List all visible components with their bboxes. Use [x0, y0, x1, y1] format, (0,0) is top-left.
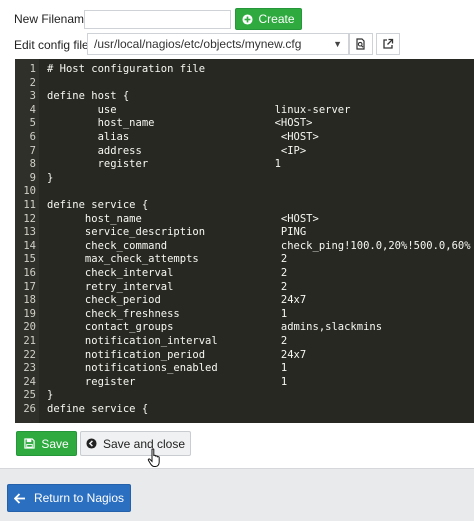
line-number: 18: [23, 294, 36, 307]
line-text: register 1: [47, 158, 281, 171]
new-filename-input[interactable]: [84, 10, 231, 29]
config-file-select[interactable]: /usr/local/nagios/etc/objects/mynew.cfg …: [87, 33, 349, 55]
line-number: 17: [23, 280, 36, 293]
line-number: 16: [23, 267, 36, 279]
line-number: 12: [23, 212, 36, 225]
line-text: check_interval 2: [47, 267, 288, 279]
line-number: 4: [29, 103, 36, 116]
line-text: define service {: [47, 403, 149, 415]
edit-config-label: Edit config file:: [14, 38, 93, 52]
line-number: 5: [29, 117, 36, 130]
line-number: 2: [29, 76, 36, 89]
line-number: 13: [23, 226, 36, 239]
line-number: 26: [23, 403, 36, 415]
line-text: register 1: [47, 375, 288, 388]
line-text: define host {: [47, 90, 130, 103]
line-number: 20: [23, 321, 36, 334]
line-number: 10: [23, 185, 36, 198]
line-text: # Host configuration file: [47, 63, 206, 75]
line-number: 1: [29, 63, 36, 75]
line-text: notifications_enabled 1: [47, 362, 288, 375]
line-number: 3: [29, 90, 36, 103]
line-number: 11: [23, 199, 36, 211]
line-number: 6: [29, 131, 36, 143]
line-text: contact_groups admins,slackmins: [47, 321, 383, 334]
line-text: }: [47, 389, 54, 402]
line-text: }: [47, 171, 54, 184]
config-file-path: /usr/local/nagios/etc/objects/mynew.cfg: [94, 37, 302, 51]
line-number: 9: [29, 171, 36, 184]
line-text: check_command check_ping!100.0,20%!500.0…: [47, 239, 471, 252]
line-text: alias <HOST>: [47, 131, 319, 143]
line-number: 15: [23, 253, 36, 266]
line-text: address <IP>: [47, 144, 307, 157]
line-text: define service {: [47, 199, 149, 211]
line-number: 8: [29, 158, 36, 171]
config-editor-panel: New Filename: Create Edit config file: /…: [0, 0, 474, 469]
save-and-close-button[interactable]: Save and close: [80, 431, 191, 456]
caret-down-icon: ▼: [333, 39, 342, 49]
line-text: notification_period 24x7: [47, 348, 307, 361]
line-text: check_freshness 1: [47, 307, 288, 320]
arrow-left-icon: [13, 492, 25, 504]
arrow-circle-icon: [86, 438, 97, 449]
return-button-label: Return to Nagios: [33, 491, 125, 505]
search-file-icon: [356, 38, 365, 50]
line-number: 7: [29, 144, 36, 157]
save-and-close-label: Save and close: [102, 436, 186, 451]
save-button[interactable]: Save: [16, 431, 77, 456]
external-link-icon: [383, 38, 394, 49]
line-number: 22: [23, 348, 36, 361]
floppy-disk-icon: [24, 438, 35, 449]
line-number: 14: [23, 239, 36, 252]
open-file-button[interactable]: [376, 33, 400, 55]
code-editor[interactable]: 1 # Host configuration file 2 3 define host …: [15, 59, 474, 423]
search-file-button[interactable]: [349, 33, 373, 55]
line-text: host_name <HOST>: [47, 212, 319, 225]
line-text: max_check_attempts 2: [47, 253, 288, 266]
create-button-label: Create: [258, 12, 295, 26]
line-text: service_description PING: [47, 226, 307, 239]
save-button-label: Save: [41, 436, 69, 451]
line-text: host_name <HOST>: [47, 117, 313, 130]
line-number: 25: [23, 389, 36, 402]
line-number: 21: [23, 335, 36, 347]
line-text: use linux-server: [47, 103, 351, 116]
line-text: notification_interval 2: [47, 335, 288, 347]
new-filename-label: New Filename:: [14, 12, 95, 26]
create-button[interactable]: Create: [235, 8, 302, 30]
line-number: 23: [23, 362, 36, 375]
hand-cursor-icon: [147, 448, 160, 467]
line-text: check_period 24x7: [47, 294, 307, 307]
line-number: 24: [23, 375, 36, 388]
line-text: retry_interval 2: [47, 280, 288, 293]
return-to-nagios-button[interactable]: Return to Nagios: [7, 484, 131, 512]
line-number: 19: [23, 307, 36, 320]
plus-circle-icon: [242, 13, 254, 25]
